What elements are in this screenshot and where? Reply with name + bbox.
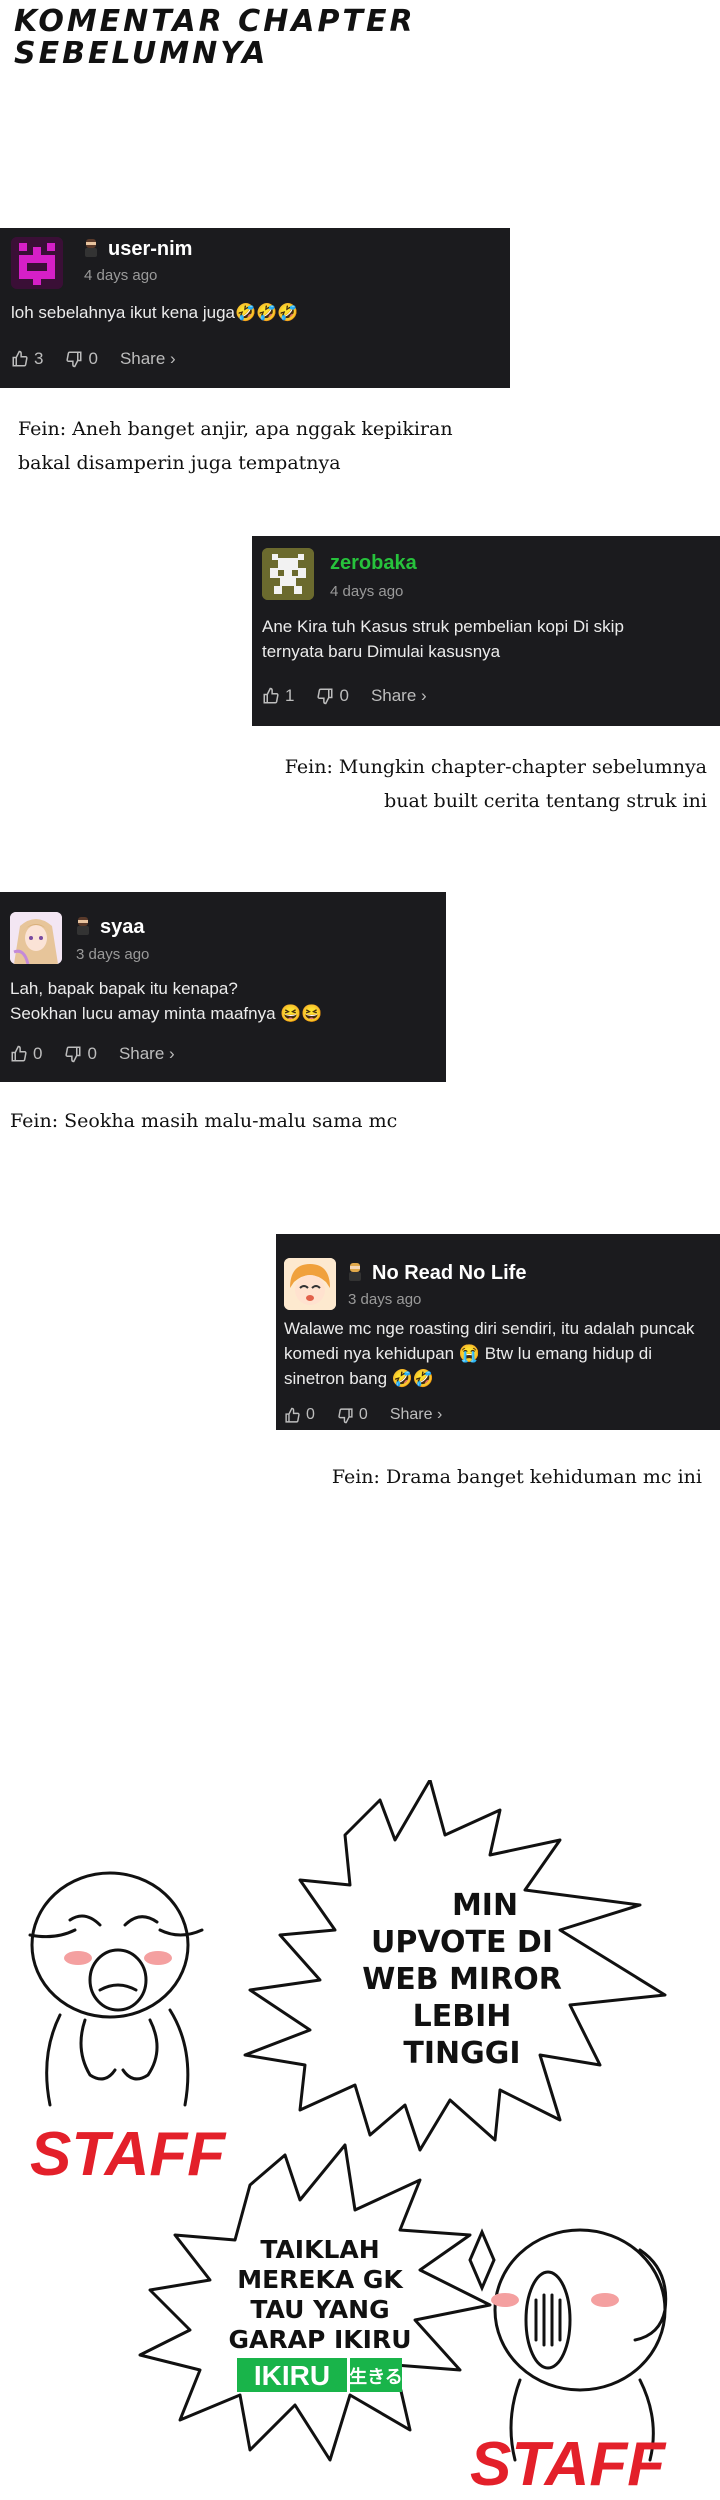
ikiru-logo: IKIRU 生きる bbox=[237, 2358, 403, 2392]
comment-text: Ane Kira tuh Kasus struk pembelian kopi … bbox=[262, 617, 624, 661]
downvote-count: 0 bbox=[88, 349, 98, 368]
share-button[interactable]: Share › bbox=[390, 1406, 442, 1424]
avatar[interactable] bbox=[10, 912, 62, 964]
comment-text: Lah, bapak bapak itu kenapa? Seokhan luc… bbox=[10, 979, 323, 1023]
staff-label-left: STAFF bbox=[30, 2120, 227, 2189]
downvote-button[interactable]: 0 bbox=[64, 1044, 97, 1064]
anime-avatar-icon bbox=[284, 1258, 336, 1310]
downvote-button[interactable]: 0 bbox=[316, 686, 349, 706]
comment-actions: 3 0 Share › bbox=[11, 349, 176, 369]
downvote-count: 0 bbox=[339, 686, 349, 705]
bubble-1-line-3: WEB MIROR bbox=[362, 1962, 562, 1997]
ikiru-logo-jp: 生きる bbox=[349, 2366, 403, 2388]
comment-actions: 0 0 Share › bbox=[284, 1406, 442, 1424]
comment-time: 4 days ago bbox=[84, 267, 158, 284]
thumbs-down-icon bbox=[317, 688, 333, 705]
upvote-count: 0 bbox=[306, 1406, 315, 1423]
share-button[interactable]: Share › bbox=[120, 349, 176, 369]
ikiru-logo-text: IKIRU bbox=[254, 2360, 330, 2391]
bubble-2-line-4: GARAP IKIRU bbox=[228, 2325, 411, 2354]
comment-card: user-nim 4 days ago loh sebelahnya ikut … bbox=[0, 228, 510, 388]
bubble-1-line-1: MIN bbox=[452, 1888, 518, 1923]
bubble-1-line-5: TINGGI bbox=[403, 2036, 520, 2071]
avatar[interactable] bbox=[262, 548, 314, 600]
share-button[interactable]: Share › bbox=[371, 686, 427, 706]
comment-time: 3 days ago bbox=[76, 946, 150, 963]
translator-note: Fein: Mungkin chapter-chapter sebelumnya… bbox=[284, 756, 707, 812]
bubble-2-line-2: MEREKA GK bbox=[237, 2265, 404, 2294]
share-button[interactable]: Share › bbox=[119, 1044, 175, 1064]
upvote-count: 1 bbox=[285, 686, 295, 705]
upvote-button[interactable]: 3 bbox=[11, 349, 43, 369]
ninja-badge-icon bbox=[77, 917, 89, 935]
avatar[interactable] bbox=[11, 237, 63, 289]
comment-time: 3 days ago bbox=[348, 1291, 422, 1308]
downvote-count: 0 bbox=[358, 1406, 368, 1423]
thumbs-down-icon bbox=[65, 1046, 81, 1063]
comment-username[interactable]: user-nim bbox=[84, 238, 192, 261]
thumbs-down-icon bbox=[338, 1407, 353, 1423]
bubble-2-line-1: TAIKLAH bbox=[260, 2235, 379, 2264]
shocked-character bbox=[468, 2228, 668, 2462]
comment-time: 4 days ago bbox=[330, 583, 404, 600]
comment-username[interactable]: zerobaka bbox=[330, 552, 417, 575]
upvote-button[interactable]: 1 bbox=[262, 686, 294, 706]
upvote-button[interactable]: 0 bbox=[284, 1406, 315, 1424]
pixel-avatar-icon bbox=[11, 237, 63, 289]
comic-illustration: MIN UPVOTE DI WEB MIROR LEBIH TINGGI STA… bbox=[28, 1780, 668, 2499]
anime-avatar-icon bbox=[10, 912, 62, 964]
bubble-2-line-3: TAU YANG bbox=[250, 2295, 389, 2324]
bubble-1-line-2: UPVOTE DI bbox=[371, 1925, 553, 1960]
upvote-count: 3 bbox=[34, 349, 44, 368]
page-title-line-2: SEBELUMNYA bbox=[14, 36, 269, 71]
translator-note: Fein: Aneh banget anjir, apa nggak kepik… bbox=[18, 418, 453, 474]
ninja-badge-icon bbox=[349, 1263, 361, 1281]
comment-card: syaa 3 days ago Lah, bapak bapak itu ken… bbox=[0, 892, 446, 1082]
downvote-button[interactable]: 0 bbox=[65, 349, 98, 369]
upvote-count: 0 bbox=[33, 1044, 43, 1063]
upvote-button[interactable]: 0 bbox=[10, 1044, 42, 1064]
ninja-badge-icon bbox=[85, 239, 97, 257]
comment-card: No Read No Life 3 days ago Walawe mc nge… bbox=[276, 1234, 720, 1430]
bubble-1-line-4: LEBIH bbox=[413, 1999, 512, 2034]
comment-username[interactable]: syaa bbox=[76, 916, 145, 939]
pixel-avatar-icon bbox=[262, 548, 314, 600]
comment-actions: 1 0 Share › bbox=[262, 686, 427, 706]
comment-actions: 0 0 Share › bbox=[10, 1044, 175, 1064]
page-title-line-1: KOMENTAR CHAPTER bbox=[14, 4, 416, 39]
crying-character bbox=[28, 1871, 204, 2107]
downvote-button[interactable]: 0 bbox=[337, 1406, 368, 1424]
comment-text: Walawe mc nge roasting diri sendiri, itu… bbox=[284, 1319, 695, 1388]
thumbs-up-icon bbox=[263, 687, 279, 704]
thumbs-down-icon bbox=[66, 351, 82, 368]
thumbs-up-icon bbox=[12, 350, 28, 367]
translator-note: Fein: Drama banget kehiduman mc ini bbox=[331, 1466, 702, 1488]
staff-label-right: STAFF bbox=[470, 2430, 667, 2499]
downvote-count: 0 bbox=[87, 1044, 97, 1063]
avatar[interactable] bbox=[284, 1258, 336, 1310]
comment-username[interactable]: No Read No Life bbox=[348, 1262, 526, 1285]
comment-text: loh sebelahnya ikut kena juga🤣🤣🤣 bbox=[11, 303, 299, 322]
thumbs-up-icon bbox=[11, 1045, 27, 1062]
thumbs-up-icon bbox=[285, 1407, 300, 1423]
page-title: KOMENTAR CHAPTER SEBELUMNYA bbox=[14, 6, 416, 70]
translator-note: Fein: Seokha masih malu-malu sama mc bbox=[10, 1110, 398, 1132]
comment-card: zerobaka 4 days ago Ane Kira tuh Kasus s… bbox=[252, 536, 720, 726]
